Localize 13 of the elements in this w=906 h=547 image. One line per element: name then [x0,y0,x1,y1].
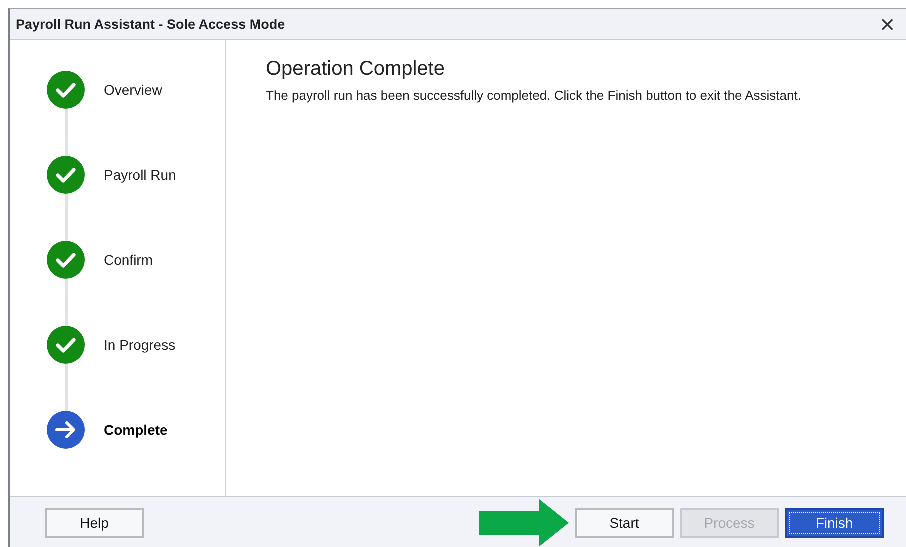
dialog-button[interactable]: Finish [785,508,884,538]
pointer-arrow-icon [479,498,569,547]
window-title: Payroll Run Assistant - Sole Access Mode [16,16,286,32]
step-label: Confirm [104,251,154,270]
step-label: Payroll Run [104,166,176,186]
page-heading: Operation Complete [266,58,446,82]
help-button[interactable]: Help [45,508,144,538]
message-text: The payroll run has been successfully completed. Click the Finish button to exit the Assistant. [266,88,802,104]
dialog-button[interactable]: Start [575,508,674,538]
step-label: In Progress [104,336,176,356]
step-label: Complete [104,421,168,440]
close-button[interactable]: × [875,12,900,36]
step-label: Overview [104,81,162,100]
